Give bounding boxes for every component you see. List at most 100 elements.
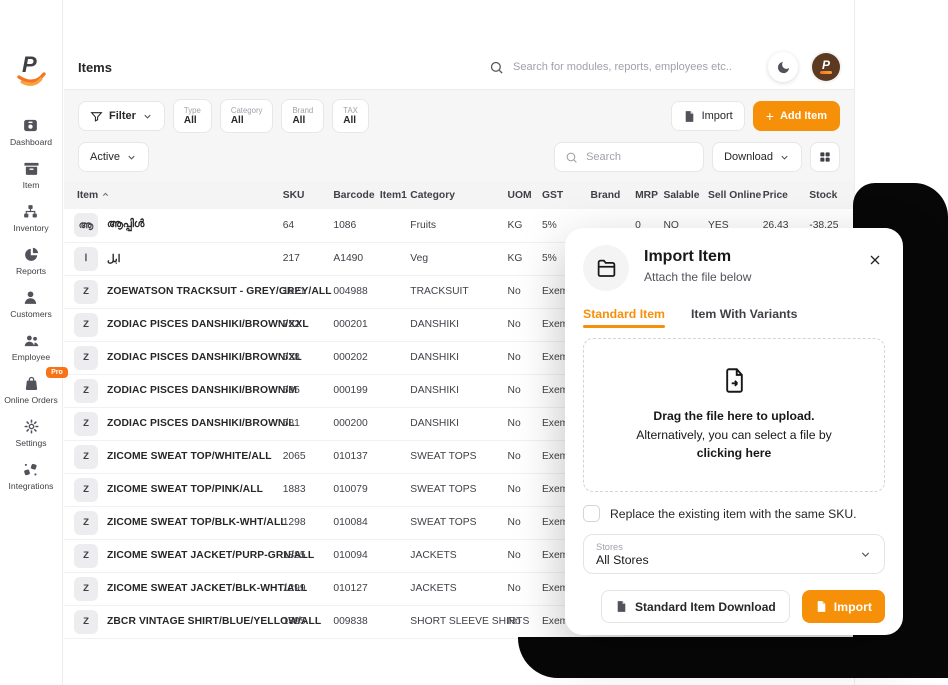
sidebar-item-label: Inventory xyxy=(13,223,49,233)
stores-select-value: All Stores xyxy=(596,552,649,567)
online-orders-icon xyxy=(25,376,37,391)
column-header[interactable]: Category xyxy=(406,181,504,209)
item-avatar: ആ xyxy=(74,213,98,238)
grid-icon xyxy=(820,152,830,162)
cell-item: Z ZICOME SWEAT TOP/PINK/ALL xyxy=(64,473,279,507)
chip-label: Type xyxy=(183,106,201,115)
cell-item: Z ZODIAC PISCES DANSHIKI/BROWN/XXL xyxy=(64,308,309,342)
cell-item1 xyxy=(375,572,407,606)
import-item-modal: Import Item Attach the file below Standa… xyxy=(565,228,903,635)
cell-item1 xyxy=(375,407,407,441)
item-name: ZODIAC PISCES DANSHIKI/BROWN/XXL xyxy=(107,319,309,330)
cell-category: TRACKSUIT xyxy=(406,275,504,309)
tab-standard-item[interactable]: Standard Item xyxy=(583,307,665,328)
chevron-down-icon xyxy=(128,155,135,160)
replace-sku-checkbox-row[interactable]: Replace the existing item with the same … xyxy=(583,505,885,522)
global-search-input[interactable] xyxy=(513,61,754,73)
modal-subtitle: Attach the file below xyxy=(644,270,752,284)
cell-sku: 2065 xyxy=(278,440,330,474)
sidebar-item-integrations[interactable]: Integrations xyxy=(9,461,53,491)
sidebar-item-reports[interactable]: Reports xyxy=(16,246,46,276)
global-search[interactable] xyxy=(489,60,754,75)
cell-sku: 1298 xyxy=(278,506,330,540)
chip-label: Brand xyxy=(292,106,314,115)
dropzone-line1: Drag the file here to upload. xyxy=(653,408,815,423)
cell-barcode: 009838 xyxy=(329,605,376,639)
download-button[interactable]: Download xyxy=(712,142,802,172)
item-name: ZICOME SWEAT TOP/PINK/ALL xyxy=(107,484,263,495)
cell-category: DANSHIKI xyxy=(406,341,504,375)
column-header[interactable]: Item xyxy=(64,181,279,209)
cell-item: Z ZODIAC PISCES DANSHIKI/BROWN/M xyxy=(64,374,297,408)
column-header[interactable]: Salable xyxy=(659,181,705,209)
cell-item1 xyxy=(375,605,407,639)
dark-mode-toggle[interactable] xyxy=(768,52,798,82)
import-button[interactable]: Import xyxy=(670,101,745,131)
sidebar-item-item[interactable]: Item xyxy=(23,160,40,190)
column-header[interactable]: Brand xyxy=(586,181,632,209)
sidebar-item-label: Settings xyxy=(15,438,47,448)
backdrop-shape-bottom xyxy=(518,637,948,678)
close-icon[interactable] xyxy=(867,252,883,268)
filter-chip-type[interactable]: Type All xyxy=(172,99,212,133)
filter-button[interactable]: Filter xyxy=(78,101,165,131)
cell-sku: 1395 xyxy=(278,605,330,639)
item-name: ZODIAC PISCES DANSHIKI/BROWN/M xyxy=(107,385,298,396)
pro-badge: Pro xyxy=(46,367,68,378)
cell-category: JACKETS xyxy=(406,539,504,573)
sidebar-item-label: Employee xyxy=(11,352,51,362)
topbar: Items P xyxy=(64,45,854,90)
sidebar-item-settings[interactable]: Settings xyxy=(15,418,47,448)
table-search-input[interactable] xyxy=(586,151,694,163)
filter-chip-brand[interactable]: Brand All xyxy=(281,99,325,133)
column-header[interactable]: GST xyxy=(537,181,587,209)
standard-item-download-button[interactable]: Standard Item Download xyxy=(601,590,790,623)
item-avatar: Z xyxy=(74,444,98,469)
sidebar-item-online-orders[interactable]: Pro Online Orders xyxy=(4,367,68,405)
employee-icon xyxy=(24,335,38,347)
download-button-label: Standard Item Download xyxy=(635,599,776,614)
tab-item-with-variants[interactable]: Item With Variants xyxy=(691,307,798,328)
search-icon xyxy=(566,152,577,163)
moon-icon xyxy=(777,61,789,73)
column-header[interactable]: Stock xyxy=(805,181,854,209)
cell-category: Veg xyxy=(406,242,504,276)
item-avatar: ا xyxy=(74,246,98,271)
column-header[interactable]: UOM xyxy=(503,181,538,209)
stores-select[interactable]: Stores All Stores xyxy=(583,534,885,574)
cell-item1 xyxy=(375,242,407,276)
column-header[interactable]: SKU xyxy=(278,181,330,209)
customers-icon xyxy=(25,291,37,304)
checkbox[interactable] xyxy=(583,505,600,522)
chip-value: All xyxy=(343,115,357,126)
column-settings-button[interactable] xyxy=(810,142,840,172)
column-header[interactable]: Sell Online xyxy=(704,181,761,209)
cell-item1 xyxy=(375,341,407,375)
cell-category: SWEAT TOPS xyxy=(406,440,504,474)
add-item-button[interactable]: + Add Item xyxy=(752,101,840,131)
column-header[interactable]: Price xyxy=(758,181,806,209)
plus-icon: + xyxy=(765,108,774,124)
sidebar-item-customers[interactable]: Customers xyxy=(10,289,52,319)
cell-barcode: 010084 xyxy=(329,506,376,540)
cell-uom: No xyxy=(503,605,538,639)
status-filter-select[interactable]: Active xyxy=(78,142,149,172)
column-header[interactable]: Barcode xyxy=(329,181,376,209)
filter-chip-tax[interactable]: TAX All xyxy=(332,99,369,133)
item-avatar: Z xyxy=(74,345,98,370)
file-dropzone[interactable]: Drag the file here to upload. Alternativ… xyxy=(583,338,885,492)
sidebar-item-label: Reports xyxy=(15,266,47,276)
sidebar-item-employee[interactable]: Employee xyxy=(12,332,50,362)
sidebar-item-inventory[interactable]: Inventory xyxy=(13,203,49,233)
column-header[interactable]: Item1 xyxy=(375,181,407,209)
filter-chip-category[interactable]: Category All xyxy=(219,99,274,133)
sidebar-item-dashboard[interactable]: Dashboard xyxy=(10,117,52,147)
cell-barcode: A1490 xyxy=(329,242,376,276)
avatar[interactable]: P xyxy=(812,53,840,81)
table-search[interactable] xyxy=(554,142,705,172)
modal-import-button[interactable]: Import xyxy=(801,590,885,623)
chip-value: All xyxy=(183,115,197,126)
column-header[interactable]: MRP xyxy=(631,181,660,209)
file-icon xyxy=(617,601,626,612)
table-header-row: Item SKU Barcode Item1 Category UOM GST Brand MR… xyxy=(64,181,854,209)
